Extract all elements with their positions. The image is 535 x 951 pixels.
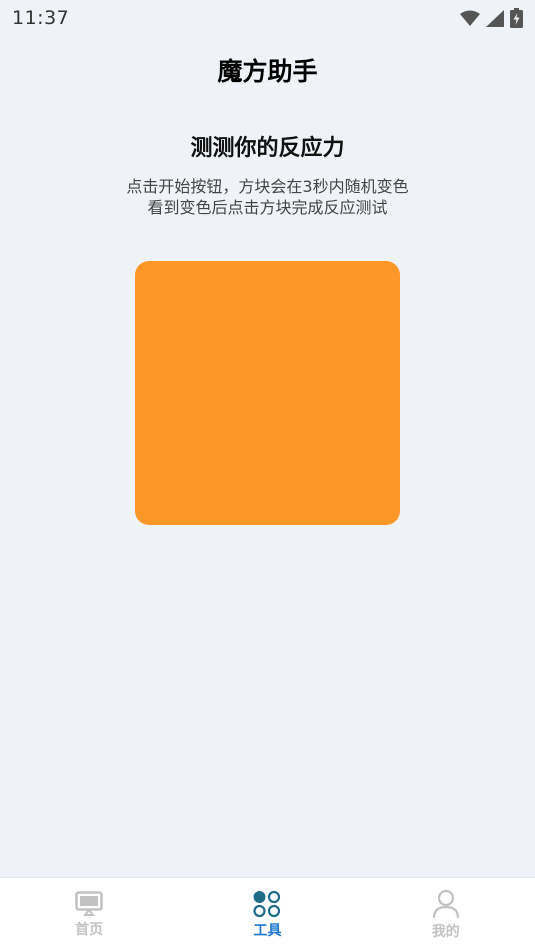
- bottom-nav: 首页 工具 我的: [0, 877, 535, 951]
- nav-label-tools: 工具: [253, 922, 282, 939]
- page-title: 魔方助手: [217, 57, 318, 86]
- instructions: 点击开始按钮，方块会在3秒内随机变色 看到变色后点击方块完成反应测试: [0, 176, 535, 218]
- signal-icon: [486, 9, 504, 27]
- tools-grid-icon: [253, 890, 281, 917]
- nav-item-home[interactable]: 首页: [29, 890, 149, 939]
- nav-label-home: 首页: [75, 921, 104, 938]
- nav-item-tools[interactable]: 工具: [207, 890, 327, 940]
- instruction-line-1: 点击开始按钮，方块会在3秒内随机变色: [126, 177, 409, 196]
- monitor-icon: [75, 890, 103, 916]
- instruction-line-2: 看到变色后点击方块完成反应测试: [147, 198, 388, 217]
- nav-item-profile[interactable]: 我的: [386, 889, 506, 941]
- status-time: 11:37: [12, 7, 70, 29]
- status-bar: 11:37: [0, 0, 535, 36]
- status-icons: [460, 8, 523, 28]
- reaction-test-title: 测测你的反应力: [190, 136, 345, 161]
- battery-charging-icon: [510, 8, 523, 28]
- wifi-icon: [460, 10, 480, 26]
- nav-label-profile: 我的: [431, 923, 460, 940]
- person-icon: [432, 889, 459, 918]
- reaction-square[interactable]: [135, 261, 400, 525]
- app-screen: 11:37 魔方助手 测测你的反应力 点击开始按钮，方块会在3秒内随机变色 看到…: [0, 0, 535, 951]
